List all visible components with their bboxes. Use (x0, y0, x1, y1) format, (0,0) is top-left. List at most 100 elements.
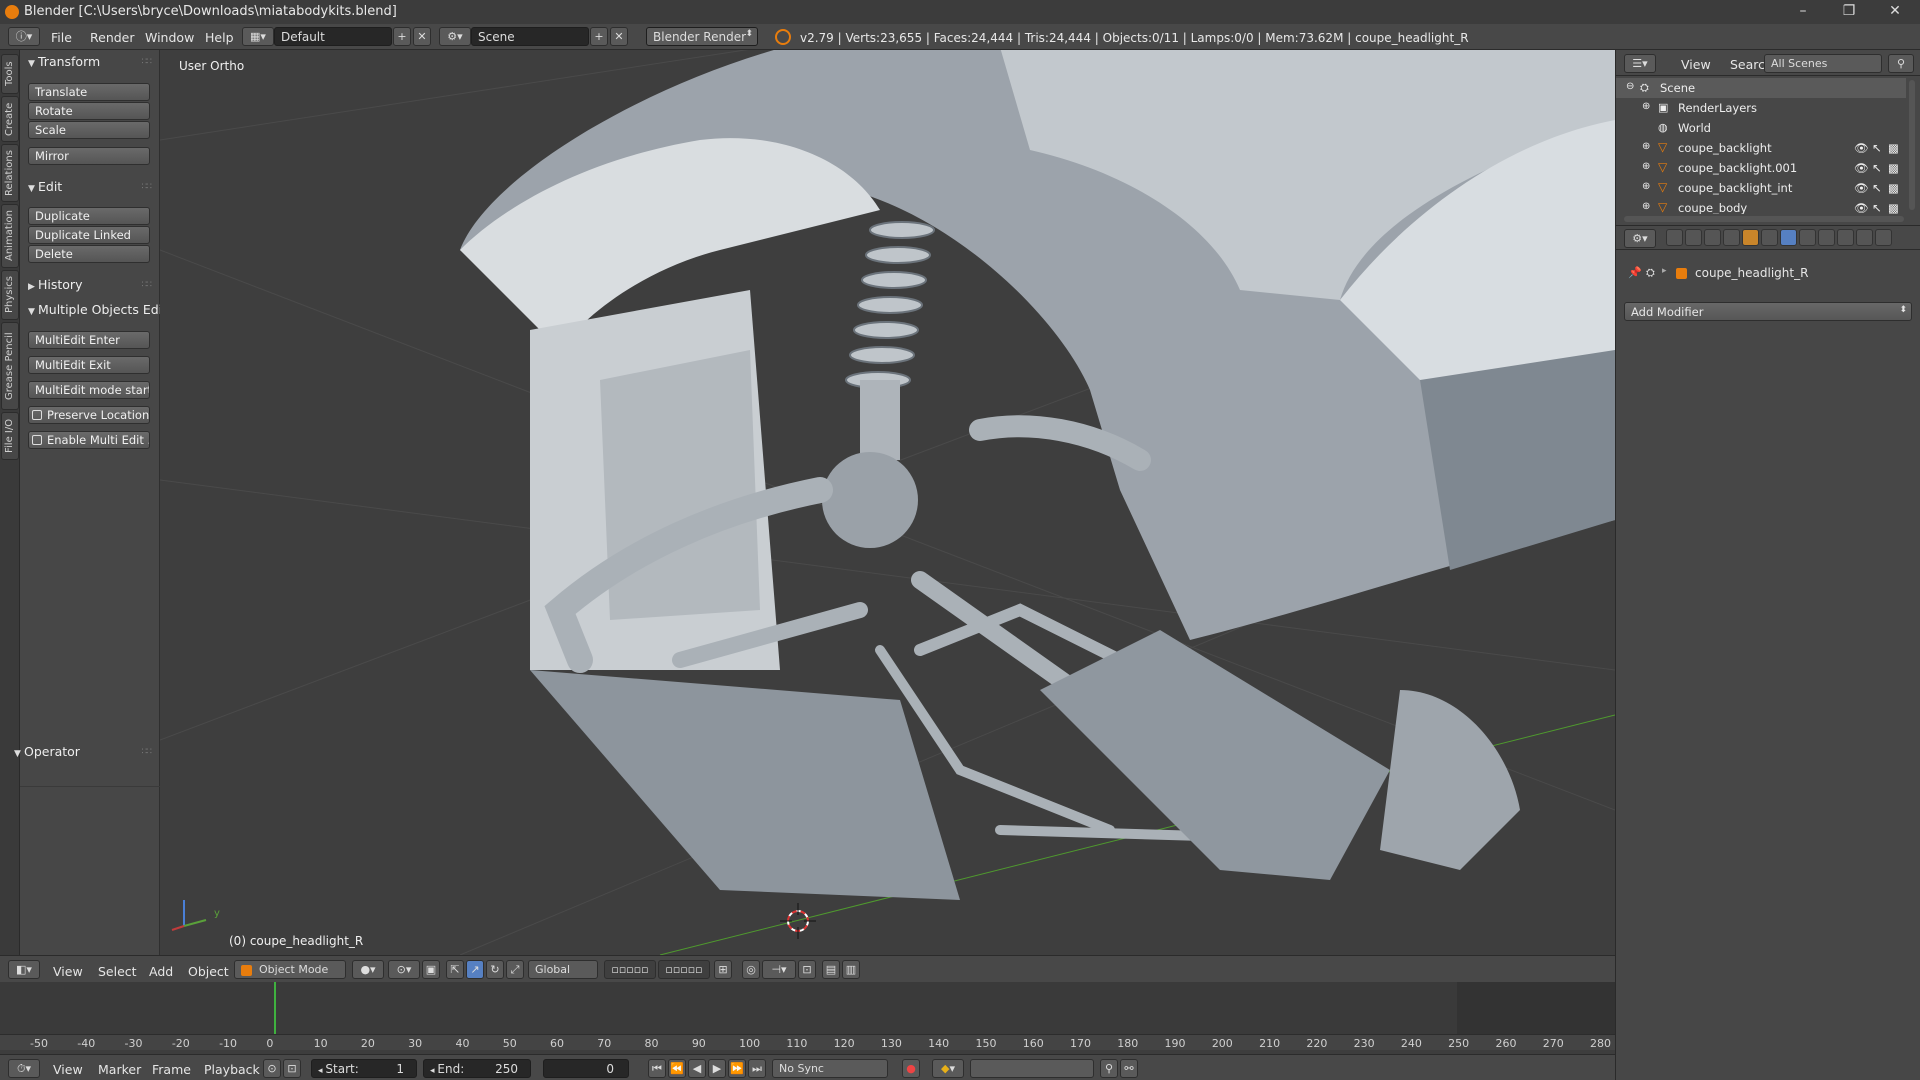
render-camera-icon[interactable]: ▩ (1888, 181, 1899, 195)
transform-orientation-dropdown[interactable]: Global (528, 960, 598, 979)
tab-animation[interactable]: Animation (1, 204, 19, 268)
start-frame-field[interactable]: ◂ Start: 1 (311, 1059, 417, 1078)
scene-icon[interactable]: ⚙▾ (439, 27, 471, 46)
enable-multi-edit-button[interactable]: Enable Multi Edit ... (28, 431, 150, 449)
add-modifier-dropdown[interactable]: Add Modifier ⬍ (1624, 302, 1912, 321)
minimize-button[interactable]: – (1780, 0, 1826, 24)
outliner-row-scene[interactable]: ⊖ ⛭ Scene (1616, 78, 1906, 98)
current-frame-field[interactable]: 0 (543, 1059, 629, 1078)
outliner-row-object[interactable]: ⊕ ▽ coupe_backlight 👁 ↖ ▩ (1616, 138, 1906, 158)
scene-field[interactable]: Scene (471, 27, 589, 46)
panel-edit-header[interactable]: ▼ Edit (28, 179, 62, 194)
outliner-row-object[interactable]: ⊕ ▽ coupe_backlight_int 👁 ↖ ▩ (1616, 178, 1906, 198)
scale-button[interactable]: Scale (28, 121, 150, 139)
3d-viewport[interactable]: User Ortho y (0) coupe_headlight_R (160, 50, 1615, 955)
sync-mode-dropdown[interactable]: No Sync (772, 1059, 888, 1078)
editor-type-properties-icon[interactable]: ⚙▾ (1624, 229, 1656, 248)
drag-grip-icon[interactable]: ∷∷ (142, 280, 153, 290)
tab-file-io[interactable]: File I/O (1, 412, 19, 460)
mirror-button[interactable]: Mirror (28, 147, 150, 165)
render-layers-tab-icon[interactable] (1685, 229, 1702, 246)
jump-end-icon[interactable]: ⏭ (748, 1059, 766, 1078)
3d-cursor-icon[interactable] (780, 903, 816, 939)
editor-type-outliner-icon[interactable]: ☰▾ (1624, 54, 1656, 73)
menu-view[interactable]: View (53, 964, 83, 979)
menu-add[interactable]: Add (149, 964, 173, 979)
duplicate-linked-button[interactable]: Duplicate Linked (28, 226, 150, 244)
modifiers-tab-icon[interactable] (1780, 229, 1797, 246)
tab-grease-pencil[interactable]: Grease Pencil (1, 322, 19, 410)
play-reverse-icon[interactable]: ◀ (688, 1059, 706, 1078)
render-tab-icon[interactable] (1666, 229, 1683, 246)
screen-layout-field[interactable]: Default (274, 27, 392, 46)
delete-keyframe-icon[interactable]: ⚯ (1120, 1059, 1138, 1078)
physics-tab-icon[interactable] (1875, 229, 1892, 246)
jump-prev-key-icon[interactable]: ⏪ (668, 1059, 686, 1078)
menu-help[interactable]: Help (205, 30, 234, 45)
insert-keyframe-icon[interactable]: ⚲ (1100, 1059, 1118, 1078)
keying-set-icon[interactable]: ◆▾ (932, 1059, 964, 1078)
lock-range-icon[interactable]: ⊡ (283, 1059, 301, 1078)
preview-range-icon[interactable]: ⊙ (263, 1059, 281, 1078)
drag-grip-icon[interactable]: ∷∷ (142, 182, 153, 192)
editor-type-3d-icon[interactable]: ◧▾ (8, 960, 40, 979)
preserve-location-button[interactable]: Preserve Location/... (28, 406, 150, 424)
menu-marker[interactable]: Marker (98, 1062, 141, 1077)
tab-tools[interactable]: Tools (1, 54, 19, 94)
close-button[interactable]: ✕ (1872, 0, 1918, 24)
manipulator-toggle-icon[interactable]: ⇱ (446, 960, 464, 979)
menu-render[interactable]: Render (90, 30, 135, 45)
delete-layout-button[interactable]: ✕ (413, 27, 431, 46)
expand-arrow-icon[interactable]: ⊕ (1642, 141, 1650, 152)
visibility-eye-icon[interactable]: 👁 (1854, 181, 1869, 195)
material-tab-icon[interactable] (1818, 229, 1835, 246)
snap-target-icon[interactable]: ⊡ (798, 960, 816, 979)
outliner-scrollbar-v[interactable] (1909, 80, 1915, 210)
lock-camera-icon[interactable]: ⊞ (714, 960, 732, 979)
delete-scene-button[interactable]: ✕ (610, 27, 628, 46)
render-camera-icon[interactable]: ▩ (1888, 141, 1899, 155)
play-icon[interactable]: ▶ (708, 1059, 726, 1078)
outliner-row-renderlayers[interactable]: ⊕ ▣ RenderLayers (1616, 98, 1906, 118)
expand-arrow-icon[interactable]: ⊖ (1626, 81, 1634, 92)
data-tab-icon[interactable] (1799, 229, 1816, 246)
translate-button[interactable]: Translate (28, 83, 150, 101)
translate-manipulator-icon[interactable]: ↗ (466, 960, 484, 979)
menu-object[interactable]: Object (188, 964, 229, 979)
visibility-eye-icon[interactable]: 👁 (1854, 141, 1869, 155)
pin-icon[interactable]: 📌 (1628, 266, 1642, 279)
add-scene-button[interactable]: + (590, 27, 608, 46)
expand-arrow-icon[interactable]: ⊕ (1642, 101, 1650, 112)
menu-window[interactable]: Window (145, 30, 194, 45)
layer-visibility-icon[interactable]: ▣ (422, 960, 440, 979)
proportional-edit-icon[interactable]: ◎ (742, 960, 760, 979)
pivot-point-icon[interactable]: ⊙▾ (388, 960, 420, 979)
render-camera-icon[interactable]: ▩ (1888, 161, 1899, 175)
jump-next-key-icon[interactable]: ⏩ (728, 1059, 746, 1078)
rotate-manipulator-icon[interactable]: ↻ (486, 960, 504, 979)
menu-select[interactable]: Select (98, 964, 137, 979)
tab-physics[interactable]: Physics (1, 270, 19, 320)
outliner-scrollbar-h[interactable] (1624, 216, 1904, 222)
multiedit-mode-start-button[interactable]: MultiEdit mode start (28, 381, 150, 399)
multiedit-exit-button[interactable]: MultiEdit Exit (28, 356, 150, 374)
expand-arrow-icon[interactable]: ⊕ (1642, 201, 1650, 212)
viewport-shading-icon[interactable]: ●▾ (352, 960, 384, 979)
render-engine-dropdown[interactable]: Blender Render ⬍ (646, 27, 758, 46)
scene-layers-right[interactable]: ▫▫▫▫▫ (658, 960, 710, 979)
panel-multi-edit-header[interactable]: ▼ Multiple Objects Edit (28, 302, 167, 317)
select-arrow-icon[interactable]: ↖ (1872, 161, 1882, 175)
multiedit-enter-button[interactable]: MultiEdit Enter (28, 331, 150, 349)
duplicate-button[interactable]: Duplicate (28, 207, 150, 225)
outliner-row-world[interactable]: ◍ World (1616, 118, 1906, 138)
constraints-tab-icon[interactable] (1761, 229, 1778, 246)
scene-tab-icon[interactable] (1704, 229, 1721, 246)
scale-manipulator-icon[interactable]: ⤢ (506, 960, 524, 979)
panel-transform-header[interactable]: ▼ Transform (28, 54, 100, 69)
outliner-row-object[interactable]: ⊕ ▽ coupe_backlight.001 👁 ↖ ▩ (1616, 158, 1906, 178)
select-arrow-icon[interactable]: ↖ (1872, 201, 1882, 214)
delete-button[interactable]: Delete (28, 245, 150, 263)
render-camera-icon[interactable]: ▩ (1888, 201, 1899, 214)
record-icon[interactable]: ● (902, 1059, 920, 1078)
select-arrow-icon[interactable]: ↖ (1872, 181, 1882, 195)
